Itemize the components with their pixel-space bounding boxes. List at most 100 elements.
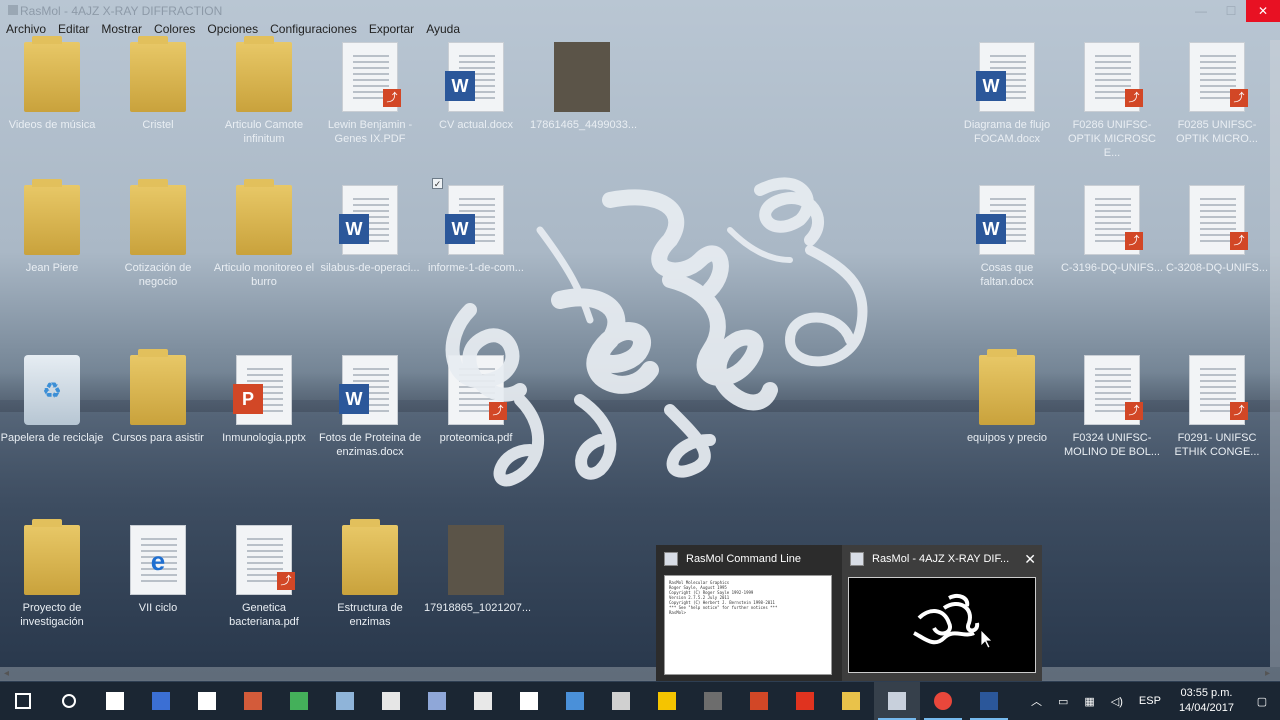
taskbar-app1-icon[interactable] [138,682,184,720]
desktop-icon[interactable]: ⤴ Lewin Benjamin - Genes IX.PDF [318,42,422,146]
folder-icon [342,519,398,595]
language-indicator[interactable]: ESP [1139,695,1161,707]
word-icon: W [339,355,398,425]
taskbar-powerpoint-icon[interactable] [736,682,782,720]
taskbar-app9-icon[interactable] [598,682,644,720]
notification-center-icon[interactable]: ▢ [1244,682,1280,720]
horizontal-scrollbar[interactable]: ◂ ▸ [0,667,1280,681]
folder-icon [24,36,80,112]
word-icon: W [445,42,504,112]
taskbar-app11-icon[interactable] [690,682,736,720]
folder-icon [130,349,186,425]
taskbar-search-icon[interactable] [46,682,92,720]
menu-configuraciones[interactable]: Configuraciones [270,22,357,40]
desktop-icon[interactable]: Wsilabus-de-operaci... [318,185,422,275]
desktop-icon-label: Cosas que faltan.docx [980,262,1034,288]
desktop-icon-label: Articulo Camote infinitum [224,119,304,145]
desktop-icon[interactable]: ⤴ Genetica bacteriana.pdf [212,525,316,629]
desktop-icon[interactable]: e VII ciclo [106,525,210,615]
photo-icon [554,42,610,112]
desktop-icon[interactable]: 17861465_4499033... [530,42,637,132]
desktop-icon[interactable]: equipos y precio [955,349,1059,445]
word-icon: W [976,42,1035,112]
desktop-icon[interactable]: P Inmunologia.pptx [212,355,316,445]
taskbar-app7-icon[interactable] [460,682,506,720]
taskbar-app8-icon[interactable] [552,682,598,720]
taskbar-start-icon[interactable] [0,682,46,720]
desktop-icon[interactable]: Videos de música [0,36,104,132]
menu-mostrar[interactable]: Mostrar [101,22,142,40]
thumbnail-rasmol-window[interactable]: RasMol - 4AJZ X-RAY DIF... ✕ [842,545,1042,681]
desktop-icon-label: 17918865_1021207... [424,602,532,614]
desktop-icon-label: Fotos de Proteina de enzimas.docx [318,432,422,458]
window-title: RasMol - 4AJZ X-RAY DIFFRACTION [20,4,223,18]
taskbar-app4-icon[interactable] [322,682,368,720]
desktop-icon[interactable]: ⤴ F0291- UNIFSC ETHIK CONGE... [1165,355,1269,459]
taskbar-rasmol-icon[interactable] [874,682,920,720]
desktop-icon[interactable]: Cristel [106,36,210,132]
desktop-icon-label: Articulo monitoreo el burro [213,262,315,288]
thumbnail-close-button[interactable]: ✕ [1024,551,1036,568]
window-titlebar[interactable]: RasMol - 4AJZ X-RAY DIFFRACTION — ☐ ✕ [0,0,1280,22]
maximize-button[interactable]: ☐ [1216,0,1246,22]
desktop-icon[interactable]: ⤴ F0324 UNIFSC-MOLINO DE BOL... [1060,355,1164,459]
desktop-icon[interactable]: ⤴ F0285 UNIFSC-OPTIK MICRO... [1165,42,1269,146]
network-icon[interactable]: ▦ [1084,695,1094,708]
menu-editar[interactable]: Editar [58,22,89,40]
taskbar-acrobat-icon[interactable] [782,682,828,720]
volume-icon[interactable]: ◁) [1111,695,1123,708]
folder-icon [24,519,80,595]
scroll-right-arrow-icon[interactable]: ▸ [1265,668,1270,679]
molecule-preview [848,577,1036,673]
desktop-icon[interactable]: W CV actual.docx [424,42,528,132]
desktop-icon-label: F0285 UNIFSC-OPTIK MICRO... [1176,119,1258,145]
taskbar-app10-icon[interactable] [644,682,690,720]
desktop-icon-label: CV actual.docx [439,119,513,131]
taskbar-file2-icon[interactable] [506,682,552,720]
desktop-icon-label: Cotización de negocio [124,262,192,288]
desktop-icon[interactable]: W Fotos de Proteina de enzimas.docx [318,355,422,459]
menu-ayuda[interactable]: Ayuda [426,22,460,40]
minimize-button[interactable]: — [1186,0,1216,22]
taskbar-chrome-icon[interactable] [920,682,966,720]
desktop-icon[interactable]: ⤴ C-3208-DQ-UNIFS... [1165,185,1269,275]
desktop-icon[interactable]: Cursos para asistir [106,349,210,445]
taskbar-app3-icon[interactable] [276,682,322,720]
desktop-icon[interactable]: Articulo Camote infinitum [212,36,316,146]
taskbar-task-view-icon[interactable] [92,682,138,720]
desktop-icon[interactable]: 17918865_1021207... [424,525,532,615]
rasmol-icon [850,552,864,566]
taskbar-word-icon[interactable] [966,682,1012,720]
desktop-icon[interactable]: Proyecto de investigación [0,519,104,629]
pdf-icon: ⤴ [236,525,295,595]
battery-icon[interactable]: ▭ [1058,695,1068,708]
desktop-icon-label: C-3208-DQ-UNIFS... [1165,262,1269,274]
pdf-icon: ⤴ [1084,42,1143,112]
desktop-icon-label: F0324 UNIFSC-MOLINO DE BOL... [1064,432,1160,458]
desktop-icon[interactable]: Estructura de enzimas [318,519,422,629]
menu-exportar[interactable]: Exportar [369,22,414,40]
desktop-icon[interactable]: Articulo monitoreo el burro [212,179,316,289]
thumbnail-command-line[interactable]: RasMol Command Line RasMol Molecular Gra… [656,545,840,681]
taskbar-file-icon[interactable] [184,682,230,720]
desktop-icon[interactable]: Cotización de negocio [106,179,210,289]
close-button[interactable]: ✕ [1246,0,1280,22]
desktop-icon[interactable]: Jean Piere [0,179,104,275]
desktop-icon[interactable]: ⤴ F0286 UNIFSC-OPTIK MICROSC E... [1060,42,1164,160]
taskbar-app2-icon[interactable] [230,682,276,720]
desktop-icon[interactable]: ♻ Papelera de reciclaje [0,355,104,445]
tray-chevron-icon[interactable]: ︿ [1031,693,1042,709]
desktop-icon-label: equipos y precio [966,432,1048,444]
vertical-scrollbar[interactable] [1270,40,1280,667]
desktop-icon-label: Inmunologia.pptx [222,432,306,444]
desktop-icon[interactable]: W Cosas que faltan.docx [955,185,1059,289]
desktop-icon-label: Genetica bacteriana.pdf [229,602,299,628]
taskbar-app6-icon[interactable] [414,682,460,720]
scroll-left-arrow-icon[interactable]: ◂ [4,668,9,679]
taskbar-app5-icon[interactable] [368,682,414,720]
desktop-icon[interactable]: ⤴ C-3196-DQ-UNIFS... [1060,185,1164,275]
clock[interactable]: 03:55 p.m. 14/04/2017 [1179,686,1234,716]
taskbar-explorer-icon[interactable] [828,682,874,720]
desktop-icon[interactable]: W Diagrama de flujo FOCAM.docx [955,42,1059,146]
protein-ribbon-render[interactable] [430,170,890,500]
